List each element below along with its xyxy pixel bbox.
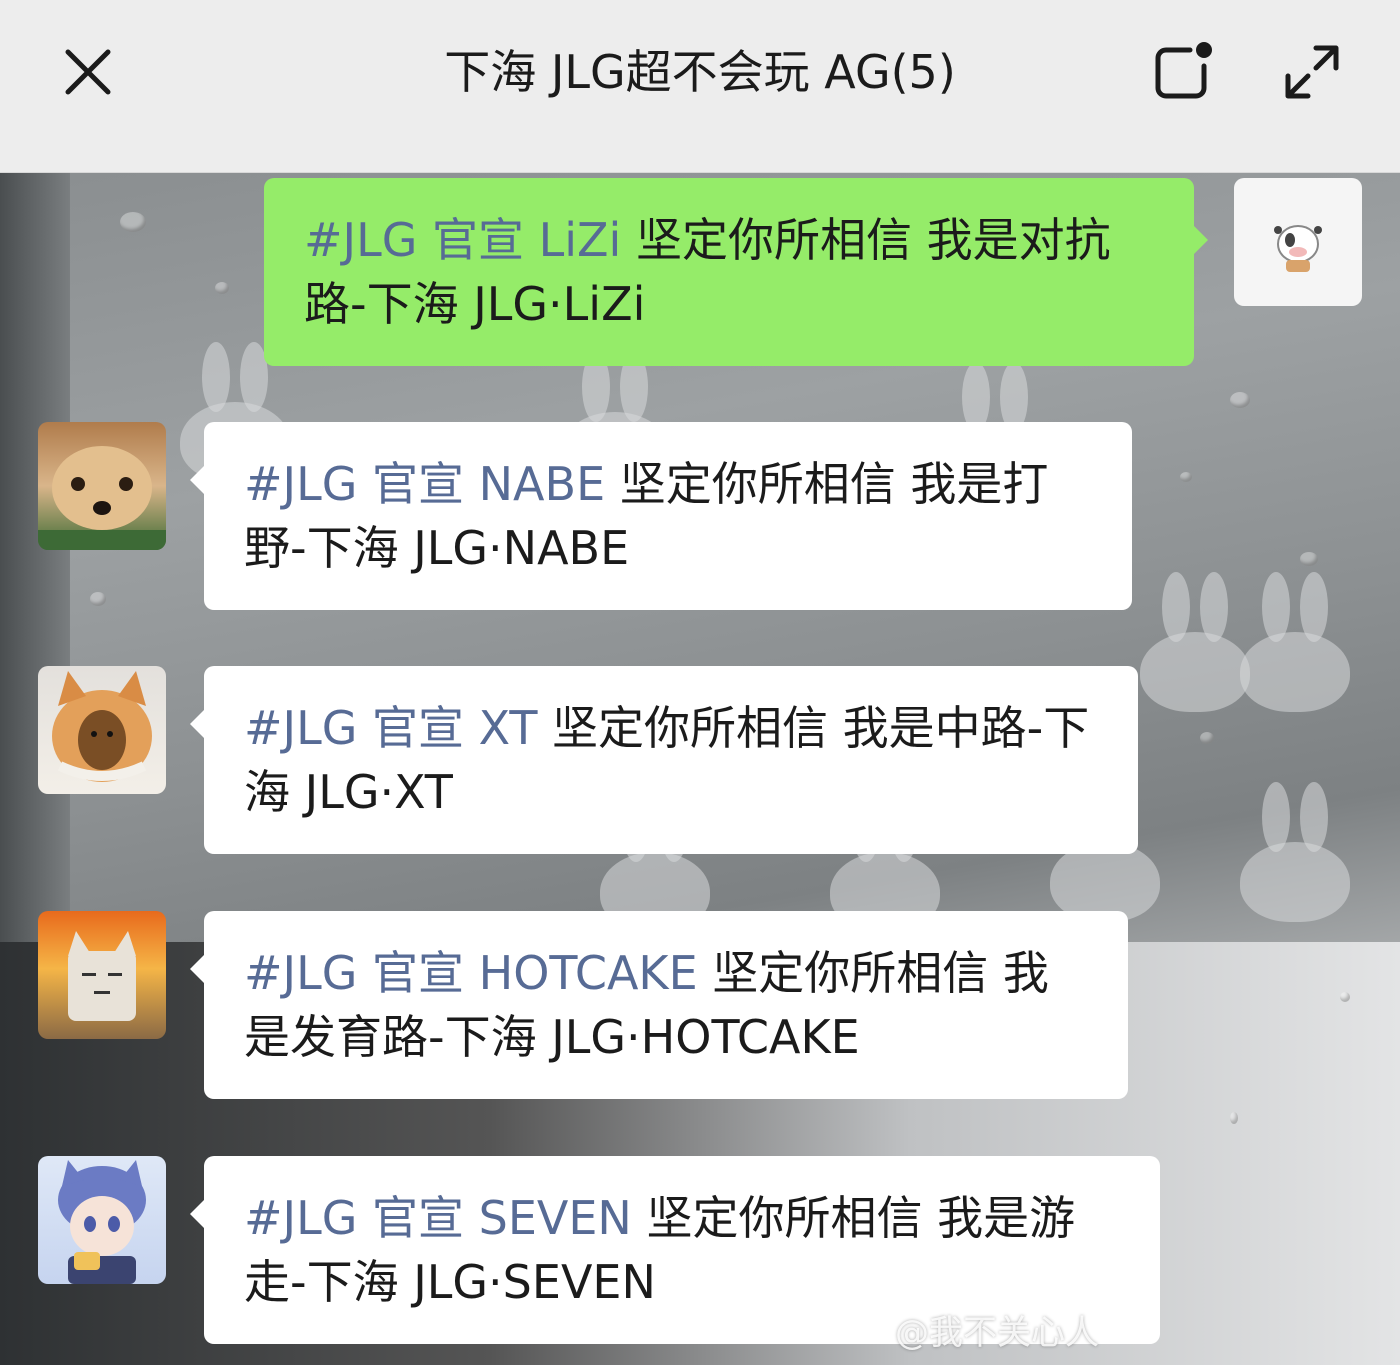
raindrop — [1180, 472, 1192, 482]
bunny-decoration — [1240, 572, 1350, 712]
explosion-cat-avatar-icon — [68, 931, 136, 1021]
chat-info-button[interactable] — [1150, 40, 1214, 104]
cow-avatar-icon — [1274, 225, 1322, 272]
raindrop — [1230, 392, 1250, 408]
cow-avatar[interactable] — [1234, 178, 1362, 306]
close-icon — [65, 49, 111, 95]
chat-info-icon — [1155, 42, 1212, 99]
background-dark-strip — [0, 172, 70, 952]
dog-avatar[interactable] — [38, 422, 166, 550]
hashtag-link[interactable]: #JLG 官宣 SEVEN — [244, 1191, 632, 1245]
message-bubble[interactable]: #JLG 官宣 HOTCAKE 坚定你所相信 我是发育路-下海 JLG·HOTC… — [190, 911, 1128, 1099]
message-bubble[interactable]: #JLG 官宣 NABE 坚定你所相信 我是打野-下海 JLG·NABE — [190, 422, 1132, 610]
message-bubble[interactable]: #JLG 官宣 LiZi 坚定你所相信 我是对抗路-下海 JLG·LiZi — [264, 178, 1208, 366]
raindrop — [1200, 732, 1214, 744]
anime-boy-avatar-icon — [58, 1160, 146, 1284]
chat-header: 下海 JLG超不会玩 AG(5) — [0, 0, 1400, 173]
dog-avatar-icon — [38, 446, 166, 550]
message-bubble[interactable]: #JLG 官宣 XT 坚定你所相信 我是中路-下海 JLG·XT — [190, 666, 1138, 854]
raindrop — [90, 592, 106, 606]
bunny-decoration — [1140, 572, 1250, 712]
close-button[interactable] — [56, 40, 120, 104]
bunny-decoration — [1050, 782, 1160, 922]
expand-icon — [1285, 45, 1339, 99]
bunny-decoration — [1240, 782, 1350, 922]
raindrop — [1230, 1112, 1238, 1124]
hashtag-link[interactable]: #JLG 官宣 HOTCAKE — [244, 946, 698, 1000]
raindrop — [1340, 992, 1350, 1002]
cat-egg-avatar-icon — [52, 671, 152, 782]
chat-title: 下海 JLG超不会玩 AG(5) — [444, 45, 956, 99]
raindrop — [1300, 552, 1318, 566]
hashtag-link[interactable]: #JLG 官宣 LiZi — [304, 213, 621, 267]
hashtag-link[interactable]: #JLG 官宣 NABE — [244, 457, 605, 511]
anime-boy-avatar[interactable] — [38, 1156, 166, 1284]
raindrop — [215, 282, 229, 294]
watermark: @我不关心人 — [895, 1313, 1099, 1353]
raindrop — [120, 212, 146, 232]
expand-button[interactable] — [1280, 40, 1344, 104]
explosion-cat-avatar[interactable] — [38, 911, 166, 1039]
hashtag-link[interactable]: #JLG 官宣 XT — [244, 701, 537, 755]
cat-egg-avatar[interactable] — [38, 666, 166, 794]
